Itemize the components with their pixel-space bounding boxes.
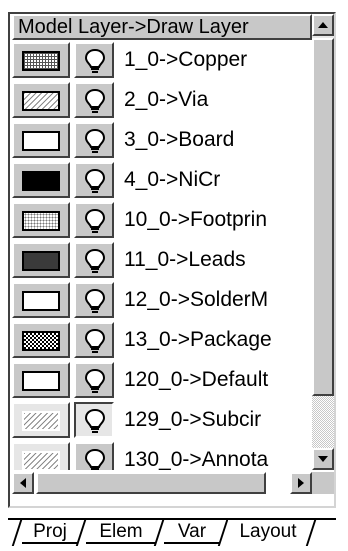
tab-strip: Proj Elem Var Layout: [8, 516, 340, 546]
lightbulb-icon: [84, 448, 106, 470]
visibility-toggle[interactable]: [74, 242, 114, 278]
horizontal-scrollbar[interactable]: [12, 472, 312, 494]
layer-swatch-button[interactable]: [12, 202, 70, 238]
layer-row[interactable]: 11_0->Leads: [12, 240, 312, 280]
tab-proj[interactable]: Proj: [22, 520, 78, 544]
vertical-scroll-thumb[interactable]: [312, 38, 334, 396]
tab-layout[interactable]: Layout: [228, 520, 308, 544]
arrow-up-icon: [318, 22, 328, 28]
layer-swatch-button[interactable]: [12, 322, 70, 358]
layer-label: 1_0->Copper: [124, 48, 248, 71]
visibility-toggle[interactable]: [74, 362, 114, 398]
tab-elem[interactable]: Elem: [86, 520, 156, 544]
scrollbar-corner: [312, 472, 334, 494]
visibility-toggle[interactable]: [74, 122, 114, 158]
layer-swatch-button[interactable]: [12, 402, 70, 438]
vertical-scrollbar[interactable]: [312, 14, 334, 470]
horizontal-scroll-thumb[interactable]: [36, 472, 266, 494]
lightbulb-icon: [84, 88, 106, 113]
lightbulb-icon: [84, 128, 106, 153]
layer-swatch: [22, 291, 60, 311]
vertical-scroll-track[interactable]: [312, 396, 334, 448]
layer-swatch: [22, 211, 60, 231]
layer-label: 3_0->Board: [124, 128, 235, 151]
layer-swatch-button[interactable]: [12, 282, 70, 318]
layer-swatch: [22, 131, 60, 151]
visibility-toggle[interactable]: [74, 442, 114, 470]
scroll-up-button[interactable]: [312, 14, 334, 36]
layer-swatch-button[interactable]: [12, 162, 70, 198]
lightbulb-icon: [84, 368, 106, 393]
lightbulb-icon: [84, 288, 106, 313]
visibility-toggle[interactable]: [74, 42, 114, 78]
layer-label: 11_0->Leads: [124, 248, 246, 271]
layer-swatch: [22, 91, 60, 111]
layer-row[interactable]: 130_0->Annota: [12, 440, 312, 470]
visibility-toggle[interactable]: [74, 202, 114, 238]
lightbulb-icon: [84, 328, 106, 353]
layer-swatch: [22, 371, 60, 391]
scroll-left-button[interactable]: [12, 472, 34, 494]
arrow-left-icon: [20, 478, 26, 488]
layer-swatch-button[interactable]: [12, 242, 70, 278]
layer-swatch-button[interactable]: [12, 82, 70, 118]
lightbulb-icon: [84, 48, 106, 73]
visibility-toggle[interactable]: [74, 282, 114, 318]
visibility-toggle[interactable]: [74, 82, 114, 118]
layer-row[interactable]: 4_0->NiCr: [12, 160, 312, 200]
visibility-toggle[interactable]: [74, 402, 114, 438]
tab-var[interactable]: Var: [164, 520, 220, 544]
layer-label: 2_0->Via: [124, 88, 209, 111]
layer-label: 13_0->Package: [124, 328, 272, 351]
layer-swatch-button[interactable]: [12, 442, 70, 470]
layer-row[interactable]: 120_0->Default: [12, 360, 312, 400]
layer-row[interactable]: 2_0->Via: [12, 80, 312, 120]
layer-label: 130_0->Annota: [124, 448, 269, 470]
layer-label: 4_0->NiCr: [124, 168, 221, 191]
layer-swatch: [22, 451, 60, 470]
layer-swatch: [22, 331, 60, 351]
arrow-down-icon: [318, 456, 328, 462]
layer-label: 12_0->SolderM: [124, 288, 269, 311]
layer-swatch: [22, 51, 60, 71]
layer-label: 129_0->Subcir: [124, 408, 262, 431]
layer-swatch-button[interactable]: [12, 42, 70, 78]
scroll-right-button[interactable]: [290, 472, 312, 494]
layer-swatch-button[interactable]: [12, 362, 70, 398]
lightbulb-icon: [84, 168, 106, 193]
layer-row[interactable]: 129_0->Subcir: [12, 400, 312, 440]
layer-swatch-button[interactable]: [12, 122, 70, 158]
layer-row[interactable]: 3_0->Board: [12, 120, 312, 160]
layer-row[interactable]: 12_0->SolderM: [12, 280, 312, 320]
scroll-down-button[interactable]: [312, 448, 334, 470]
layer-label: 10_0->Footprin: [124, 208, 268, 231]
layer-swatch: [22, 251, 60, 271]
lightbulb-icon: [84, 208, 106, 233]
layer-swatch: [22, 411, 60, 431]
layer-list: 1_0->Copper 2_0->Via 3_0->Board 4_0->NiCr 10…: [12, 42, 312, 470]
visibility-toggle[interactable]: [74, 322, 114, 358]
layer-row[interactable]: 10_0->Footprin: [12, 200, 312, 240]
column-header[interactable]: Model Layer->Draw Layer: [12, 14, 312, 40]
layer-row[interactable]: 1_0->Copper: [12, 42, 312, 80]
layer-swatch: [22, 171, 60, 191]
layer-panel: Model Layer->Draw Layer 1_0->Copper 2_0->…: [4, 4, 340, 546]
arrow-right-icon: [298, 478, 304, 488]
layer-row[interactable]: 13_0->Package: [12, 320, 312, 360]
visibility-toggle[interactable]: [74, 162, 114, 198]
layer-label: 120_0->Default: [124, 368, 269, 391]
lightbulb-icon: [84, 408, 106, 433]
tab-divider: [11, 520, 23, 546]
lightbulb-icon: [84, 248, 106, 273]
